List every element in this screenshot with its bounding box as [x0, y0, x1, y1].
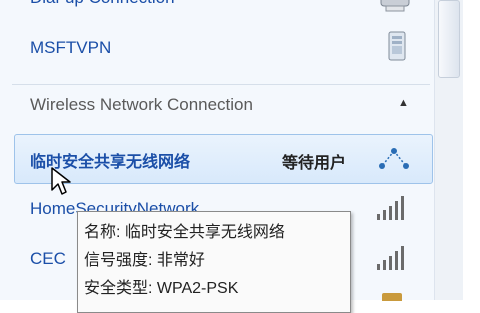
- tooltip-security-line: 安全类型: WPA2-PSK: [84, 280, 239, 297]
- mouse-cursor-icon: [51, 167, 71, 195]
- vpn-connection-item[interactable]: MSFTVPN: [0, 30, 434, 66]
- dialup-connection-item[interactable]: Dial-up Connection: [0, 0, 434, 16]
- wireless-section-title: Wireless Network Connection: [30, 95, 253, 114]
- signal-strength-icon: [377, 194, 411, 220]
- scrollbar-thumb[interactable]: [438, 0, 460, 78]
- section-divider: [12, 84, 430, 85]
- wifi-network-name: CEC: [30, 249, 66, 268]
- tooltip-signal-line: 信号强度: 非常好: [84, 252, 205, 269]
- dialup-connection-label: Dial-up Connection: [30, 0, 175, 8]
- window-edge: [463, 0, 480, 300]
- tooltip-name-line: 名称: 临时安全共享无线网络: [84, 224, 285, 241]
- network-tooltip: 名称: 临时安全共享无线网络 信号强度: 非常好 安全类型: WPA2-PSK: [77, 211, 351, 313]
- signal-strength-icon: [377, 244, 411, 270]
- vpn-server-icon: [388, 31, 406, 61]
- vpn-connection-label: MSFTVPN: [30, 38, 112, 57]
- wireless-section-header[interactable]: Wireless Network Connection ▲: [0, 86, 434, 122]
- modem-icon: [380, 0, 410, 12]
- adhoc-network-status: 等待用户: [282, 155, 347, 172]
- adhoc-network-icon: [379, 148, 409, 169]
- collapse-chevron-icon[interactable]: ▲: [398, 97, 409, 109]
